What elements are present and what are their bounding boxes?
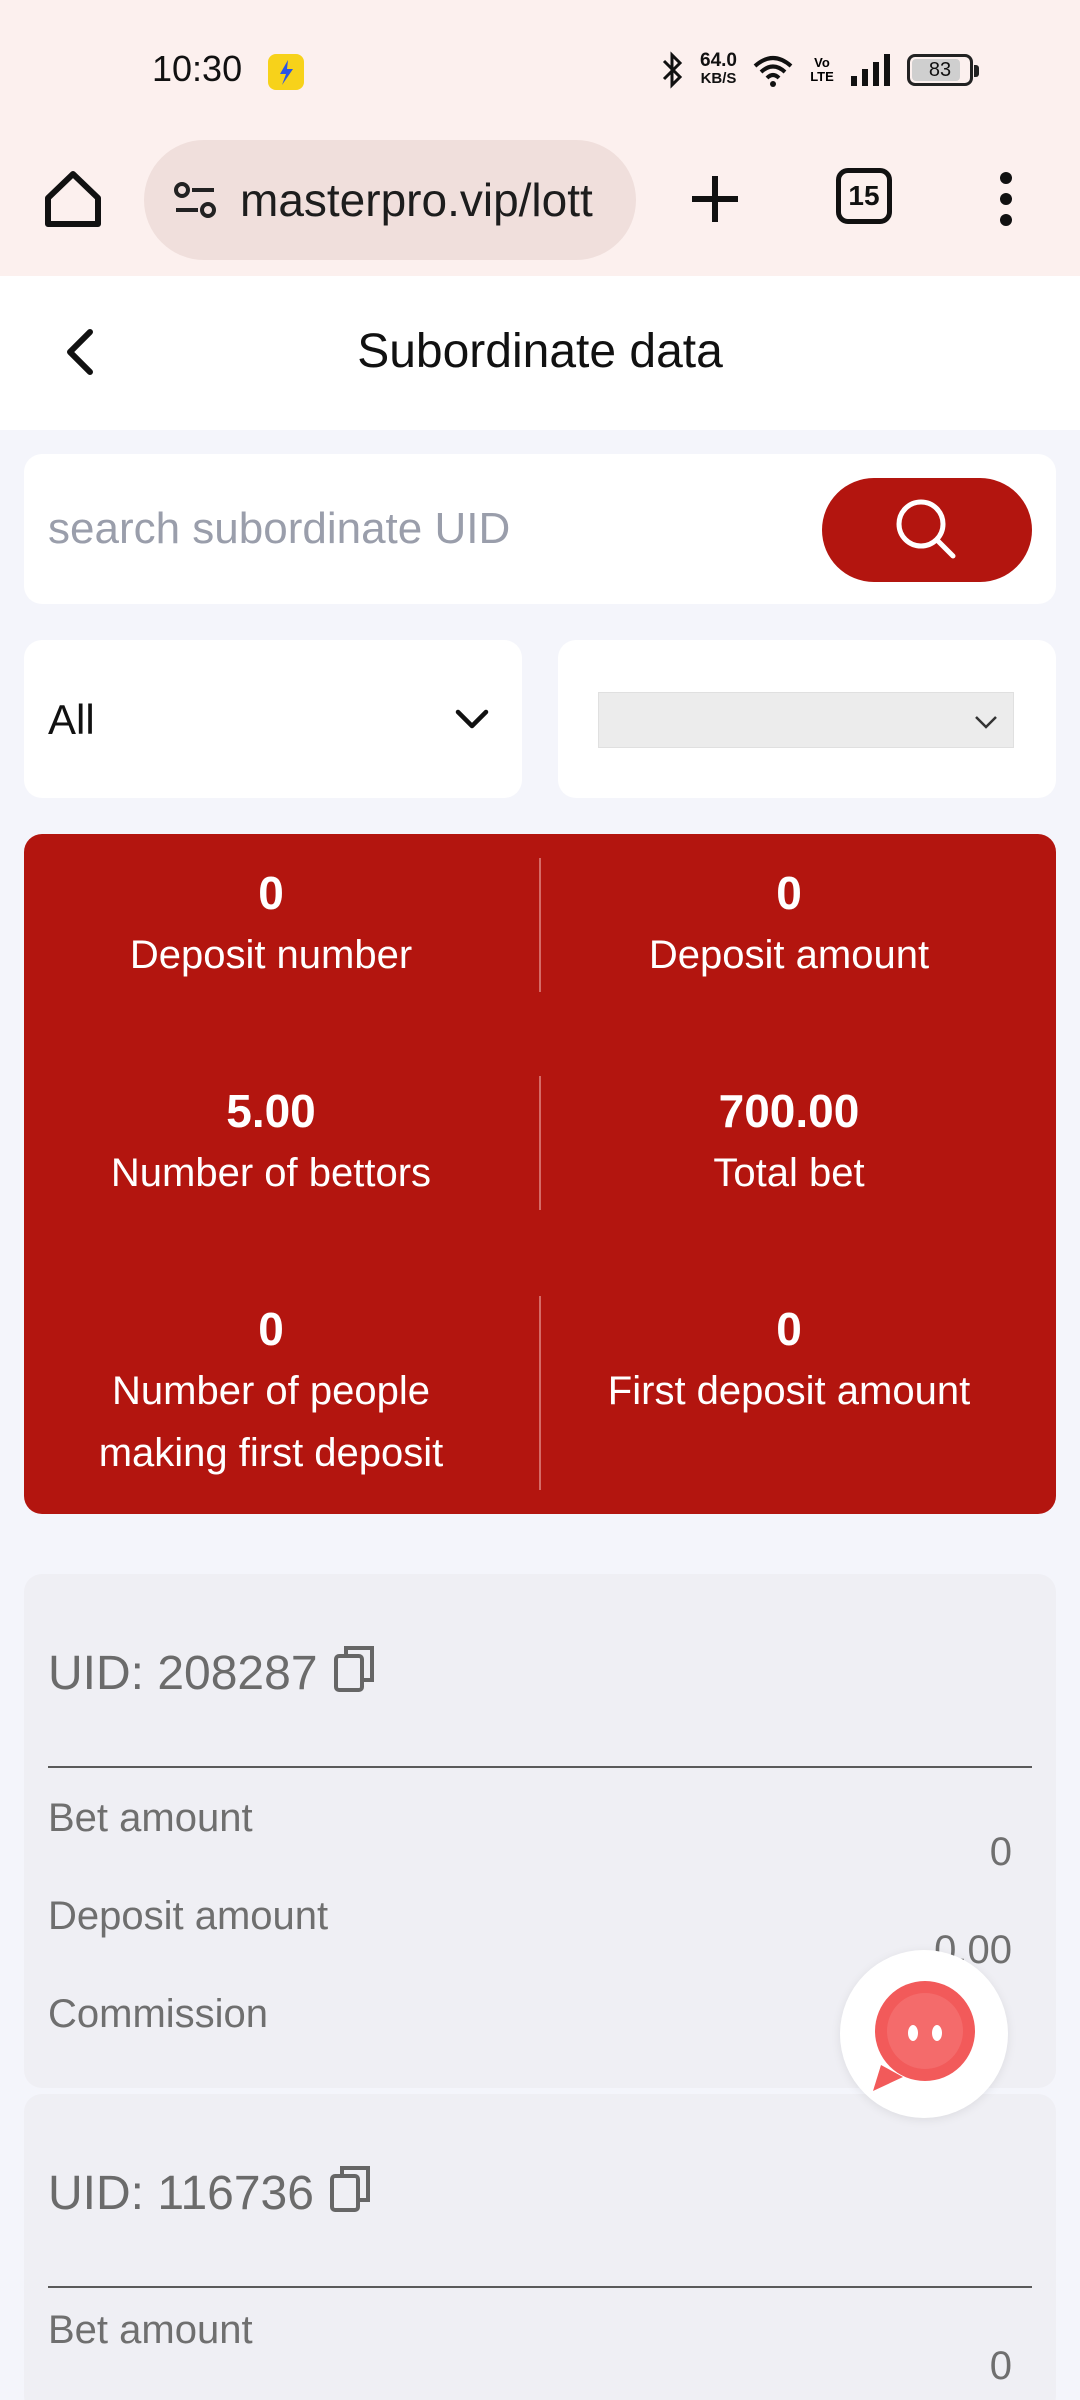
stat-total-bet: 700.00 Total bet <box>713 1085 865 1195</box>
stat-divider <box>539 1076 541 1210</box>
stat-first-deposit-amount: 0 First deposit amount <box>607 1303 971 1413</box>
signal-icon <box>850 54 890 86</box>
date-select[interactable] <box>598 692 1014 748</box>
status-icons: 64.0 KB/S Vo LTE 83 <box>660 48 979 92</box>
new-tab-icon[interactable] <box>680 164 750 234</box>
url-text[interactable]: masterpro.vip/lott <box>240 173 593 227</box>
flipkart-notification-icon <box>268 54 304 90</box>
status-time: 10:30 <box>152 48 243 89</box>
record-bet-value: 0 <box>989 2344 1012 2388</box>
browser-toolbar: masterpro.vip/lott 15 <box>0 140 1080 276</box>
status-bar: 10:30 64.0 KB/S Vo LTE 83 <box>0 0 1080 140</box>
network-speed: 64.0 KB/S <box>700 50 737 87</box>
record-bet-label: Bet amount <box>48 1796 253 1840</box>
app-header: Subordinate data <box>0 276 1080 430</box>
record-divider <box>48 2286 1032 2288</box>
battery-icon: 83 <box>906 54 979 86</box>
bluetooth-icon <box>662 51 683 89</box>
site-settings-icon[interactable] <box>168 172 224 228</box>
subordinate-record: UID: 116736 Bet amount 0 <box>24 2094 1056 2400</box>
chevron-down-icon <box>455 709 489 729</box>
stat-first-deposit-people: 0 Number of people making first deposit <box>98 1303 444 1475</box>
home-icon[interactable] <box>38 164 108 234</box>
copy-icon[interactable] <box>332 1642 378 1694</box>
record-commission-label: Commission <box>48 1992 269 2036</box>
record-bet-label: Bet amount <box>48 2308 253 2352</box>
url-bar[interactable]: masterpro.vip/lott <box>144 140 636 260</box>
volte-label: Vo LTE <box>810 55 834 84</box>
stat-number-of-bettors: 5.00 Number of bettors <box>110 1085 432 1195</box>
copy-icon[interactable] <box>328 2162 374 2214</box>
stat-deposit-number: 0 Deposit number <box>129 867 413 977</box>
record-divider <box>48 1766 1032 1768</box>
more-menu-icon[interactable] <box>986 164 1026 234</box>
search-icon <box>896 499 956 559</box>
record-bet-value: 0 <box>989 1830 1012 1874</box>
customer-service-chat-button[interactable] <box>840 1950 1008 2118</box>
record-uid: UID: 116736 <box>48 2165 374 2221</box>
stat-divider <box>539 858 541 992</box>
record-uid: UID: 208287 <box>48 1645 378 1701</box>
search-input[interactable] <box>48 484 808 574</box>
search-card <box>24 454 1056 604</box>
stat-deposit-amount: 0 Deposit amount <box>648 867 930 977</box>
page-title: Subordinate data <box>357 325 723 378</box>
search-button[interactable] <box>822 478 1032 582</box>
chat-bubble-icon <box>873 1981 975 2091</box>
type-filter-value: All <box>48 696 95 743</box>
stat-divider <box>539 1296 541 1490</box>
chevron-down-icon <box>975 716 997 729</box>
date-filter <box>558 640 1056 798</box>
summary-stats-panel: 0 Deposit number 0 Deposit amount 5.00 N… <box>24 834 1056 1514</box>
wifi-icon <box>753 56 793 87</box>
record-deposit-label: Deposit amount <box>48 1894 329 1938</box>
tab-switcher-button[interactable]: 15 <box>836 168 892 224</box>
type-filter-dropdown[interactable]: All <box>24 640 522 798</box>
